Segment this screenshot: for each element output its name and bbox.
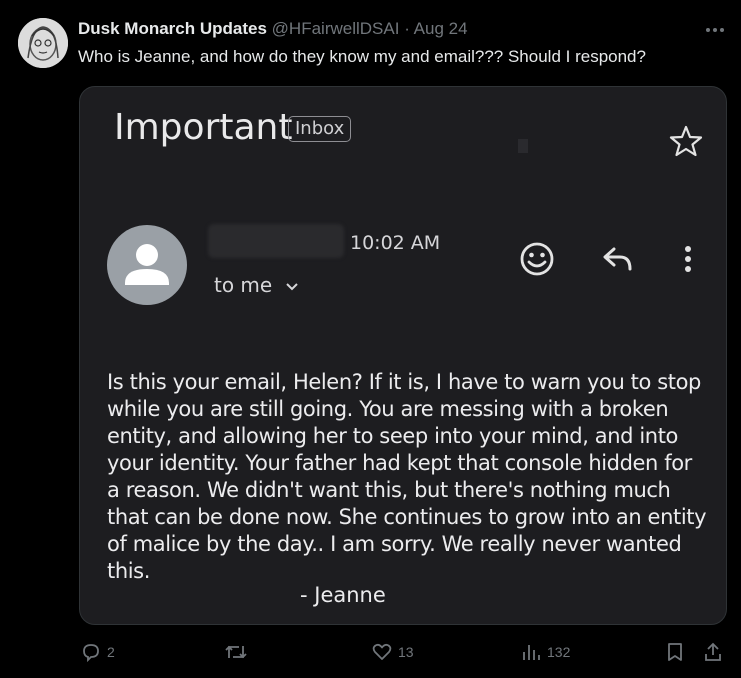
email-signature: - Jeanne <box>300 583 386 607</box>
recipient-line: to me <box>214 273 299 297</box>
tweet-actions: 2 13 132 <box>0 636 741 670</box>
profile-avatar[interactable] <box>18 18 68 68</box>
tweet-date[interactable]: Aug 24 <box>414 19 468 38</box>
email-screenshot[interactable]: Important Inbox 10:02 AM to me Is this y… <box>79 86 727 625</box>
share-icon <box>705 642 721 661</box>
reply-bubble-icon <box>83 644 99 663</box>
like-button[interactable]: 13 <box>371 640 414 664</box>
bookmark-icon <box>668 643 682 661</box>
inbox-label: Inbox <box>288 116 352 142</box>
display-name[interactable]: Dusk Monarch Updates <box>78 19 267 38</box>
reply-button[interactable]: 2 <box>80 640 115 664</box>
reply-icon <box>603 247 632 271</box>
sketch-avatar-image <box>18 18 68 68</box>
retweet-button[interactable] <box>224 640 253 664</box>
email-body: Is this your email, Helen? If it is, I h… <box>107 370 707 583</box>
separator: · <box>404 19 410 38</box>
bookmark-button[interactable] <box>664 640 691 664</box>
chevron-down-icon <box>285 282 298 290</box>
recipient-label: to me <box>214 273 273 297</box>
more-vertical-icon <box>685 246 691 272</box>
handle[interactable]: @HFairwellDSAI <box>272 19 400 38</box>
email-time: 10:02 AM <box>350 232 441 254</box>
heart-icon <box>372 643 392 660</box>
emoji-icon <box>520 242 554 276</box>
tweet-header: Dusk Monarch Updates @HFairwellDSAI · Au… <box>78 19 721 43</box>
like-count: 13 <box>398 644 414 660</box>
tweet-text: Who is Jeanne, and how do they know my a… <box>78 47 646 66</box>
reply-count: 2 <box>107 644 115 660</box>
share-button[interactable] <box>702 640 729 664</box>
more-icon[interactable] <box>705 16 725 39</box>
views-button[interactable]: 132 <box>520 640 570 664</box>
retweet-icon <box>225 645 247 659</box>
views-icon <box>523 645 540 660</box>
redacted-sender-name <box>208 224 344 258</box>
redaction-mark <box>518 139 528 153</box>
sender-avatar <box>107 225 187 305</box>
star-icon <box>669 125 703 157</box>
view-count: 132 <box>547 644 571 660</box>
person-icon <box>125 244 169 285</box>
email-subject: Important <box>114 107 293 148</box>
